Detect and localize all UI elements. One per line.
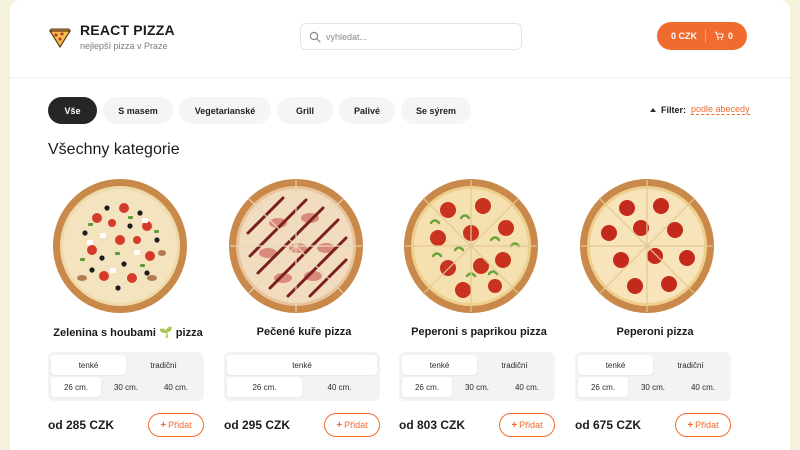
search-box[interactable]: [300, 23, 522, 50]
search-icon: [309, 31, 321, 43]
pizza-image-bbq-chicken: [229, 179, 363, 313]
type-option[interactable]: tenké: [578, 355, 653, 375]
cart-count: 0: [728, 31, 734, 41]
size-row: 26 cm. 30 cm. 40 cm.: [51, 377, 201, 397]
dough-type-row: tenké tradiční: [51, 355, 201, 375]
add-to-cart-button[interactable]: + Přidat: [324, 413, 380, 437]
size-option[interactable]: 30 cm.: [452, 377, 502, 397]
type-option[interactable]: tenké: [227, 355, 377, 375]
size-option[interactable]: 26 cm.: [51, 377, 101, 397]
logo-subtitle: nejlepší pizza v Praze: [80, 41, 168, 51]
cart-divider: [705, 29, 706, 43]
type-option[interactable]: tenké: [402, 355, 477, 375]
cart-icon: [714, 31, 724, 41]
search-input[interactable]: [326, 31, 506, 42]
category-all[interactable]: Vše: [48, 97, 97, 124]
dough-type-row: tenké tradiční: [402, 355, 552, 375]
size-option[interactable]: 40 cm.: [151, 377, 201, 397]
dough-type-row: tenké: [227, 355, 377, 375]
category-vegetarian[interactable]: Vegetarianské: [179, 97, 271, 124]
size-row: 26 cm. 30 cm. 40 cm.: [402, 377, 552, 397]
plus-icon: +: [336, 419, 343, 431]
size-row: 26 cm. 30 cm. 40 cm.: [578, 377, 728, 397]
add-button-label: Přidat: [344, 420, 368, 430]
pizza-name: Peperoni pizza: [616, 326, 694, 338]
pizza-image-veggie: [53, 179, 187, 313]
add-to-cart-button[interactable]: + Přidat: [499, 413, 555, 437]
type-option[interactable]: tradiční: [653, 355, 728, 375]
plus-icon: +: [687, 419, 694, 431]
type-option[interactable]: tradiční: [477, 355, 552, 375]
size-option[interactable]: 30 cm.: [628, 377, 678, 397]
size-option[interactable]: 40 cm.: [302, 377, 377, 397]
category-tabs: Vše S masem Vegetarianské Grill Palivé S…: [48, 97, 477, 124]
pizza-logo-icon: [48, 28, 72, 48]
cart-button[interactable]: 0 CZK 0: [657, 22, 747, 50]
size-option[interactable]: 26 cm.: [227, 377, 302, 397]
pizza-price: od 295 CZK: [224, 418, 291, 432]
pizza-image-pepperoni-pepper: [404, 179, 538, 313]
type-option[interactable]: tradiční: [126, 355, 201, 375]
sort-label: Filter:: [661, 104, 687, 115]
category-spicy[interactable]: Palivé: [339, 97, 395, 124]
cart-total: 0 CZK: [670, 31, 697, 41]
sort-arrow-icon: [650, 107, 656, 112]
category-meat[interactable]: S masem: [103, 97, 173, 124]
pizza-options: tenké 26 cm. 40 cm.: [224, 352, 380, 401]
add-to-cart-button[interactable]: + Přidat: [148, 413, 204, 437]
type-option[interactable]: tenké: [51, 355, 126, 375]
size-option[interactable]: 40 cm.: [502, 377, 552, 397]
size-option[interactable]: 26 cm.: [578, 377, 628, 397]
pizza-price: od 675 CZK: [575, 418, 642, 432]
add-button-label: Přidat: [168, 420, 192, 430]
app-container: REACT PIZZA nejlepší pizza v Praze 0 CZK…: [10, 0, 790, 450]
sort-control: Filter: podle abecedy: [650, 104, 750, 115]
add-button-label: Přidat: [519, 420, 543, 430]
pizza-price: od 803 CZK: [399, 418, 466, 432]
pizza-options: tenké tradiční 26 cm. 30 cm. 40 cm.: [48, 352, 204, 401]
add-to-cart-button[interactable]: + Přidat: [675, 413, 731, 437]
category-cheese[interactable]: Se sýrem: [401, 97, 471, 124]
section-title: Všechny kategorie: [48, 141, 180, 158]
pizza-options: tenké tradiční 26 cm. 30 cm. 40 cm.: [399, 352, 555, 401]
logo-title: REACT PIZZA: [80, 22, 175, 38]
pizza-options: tenké tradiční 26 cm. 30 cm. 40 cm.: [575, 352, 731, 401]
dough-type-row: tenké tradiční: [578, 355, 728, 375]
logo[interactable]: REACT PIZZA nejlepší pizza v Praze: [48, 22, 175, 51]
plus-icon: +: [511, 419, 518, 431]
pizza-name: Pečené kuře pizza: [256, 326, 352, 338]
add-button-label: Přidat: [695, 420, 719, 430]
sort-value[interactable]: podle abecedy: [691, 104, 750, 115]
pizza-price: od 285 CZK: [48, 418, 115, 432]
size-option[interactable]: 30 cm.: [101, 377, 151, 397]
pizza-name: Peperoni s paprikou pizza: [411, 326, 547, 338]
size-row: 26 cm. 40 cm.: [227, 377, 377, 397]
size-option[interactable]: 26 cm.: [402, 377, 452, 397]
pizza-image-pepperoni: [580, 179, 714, 313]
category-grill[interactable]: Grill: [277, 97, 333, 124]
plus-icon: +: [160, 419, 167, 431]
pizza-name: Zelenina s houbami 🌱 pizza: [53, 327, 203, 339]
size-option[interactable]: 40 cm.: [678, 377, 728, 397]
header: REACT PIZZA nejlepší pizza v Praze 0 CZK…: [10, 0, 790, 78]
